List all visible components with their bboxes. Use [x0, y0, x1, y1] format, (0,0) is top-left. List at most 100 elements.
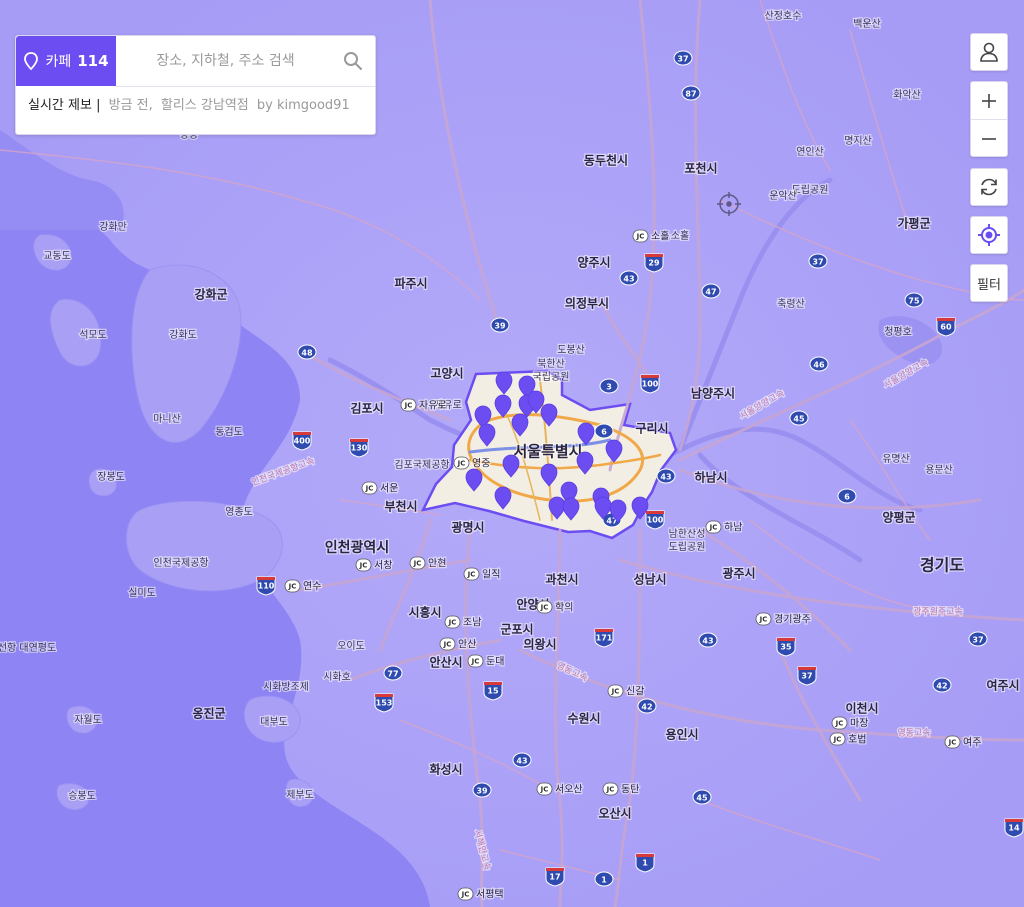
my-location-button[interactable] [970, 216, 1008, 254]
svg-text:1: 1 [601, 876, 607, 885]
zoom-out-button[interactable] [971, 120, 1007, 157]
svg-text:일직: 일직 [482, 569, 500, 581]
live-report-time: 방금 전, [108, 98, 153, 113]
map-canvas[interactable]: 서울특별시인천광역시경기도 파주시 양주시의정부시고양시김포시 강화군 동두천시포천시가… [0, 0, 1024, 907]
place-label: 김포국제공항 [394, 459, 449, 471]
svg-text:JC: JC [448, 619, 457, 627]
svg-text:3: 3 [606, 383, 612, 392]
svg-text:37: 37 [812, 258, 823, 267]
svg-text:JC: JC [461, 891, 470, 899]
city-label: 고양시 [430, 366, 463, 381]
live-report-place: 할리스 강남역점 [160, 98, 249, 113]
city-label: 옹진군 [192, 706, 225, 721]
zoom-in-button[interactable] [971, 82, 1007, 120]
place-label: 청평호 [884, 326, 912, 338]
svg-text:JC: JC [636, 233, 645, 241]
svg-text:17: 17 [549, 873, 560, 882]
svg-text:JC: JC [365, 485, 374, 493]
city-label: 남양주시 [691, 386, 735, 401]
search-icon[interactable] [341, 49, 365, 73]
svg-text:조남: 조남 [463, 617, 481, 629]
svg-text:48: 48 [301, 349, 313, 358]
route-shield: 1 [594, 871, 614, 887]
route-shield: 48 [297, 344, 317, 360]
city-label: 동두천시 [584, 153, 628, 168]
route-shield: 47 [701, 283, 721, 299]
route-shield: 42 [637, 698, 657, 714]
route-shield: 43 [698, 632, 718, 648]
city-label: 의왕시 [523, 637, 556, 652]
city-label: 군포시 [500, 623, 533, 637]
route-shield: 400 [292, 431, 312, 451]
svg-text:JC: JC [457, 460, 466, 468]
svg-text:100: 100 [642, 380, 659, 389]
city-label: 경기도 [920, 556, 964, 575]
junction-label: JC 서평택 [457, 887, 505, 902]
svg-text:JC: JC [835, 720, 844, 728]
route-shield: 43 [619, 270, 639, 286]
place-label: 연인산 [796, 146, 824, 158]
svg-text:43: 43 [660, 473, 671, 482]
city-label: 이천시 [845, 701, 878, 716]
city-label: 김포시 [350, 401, 383, 416]
route-shield: 14 [1004, 818, 1024, 838]
city-label: 광주시 [722, 566, 755, 581]
svg-text:서창: 서창 [374, 560, 392, 572]
svg-text:서운: 서운 [380, 483, 398, 495]
city-label: 인천광역시 [325, 539, 389, 556]
svg-text:JC: JC [288, 583, 297, 591]
route-shield: 77 [383, 665, 403, 681]
junction-label: JC 둔대 [467, 654, 506, 669]
svg-text:연수: 연수 [303, 581, 321, 593]
city-label: 양평군 [882, 510, 915, 525]
route-shield: 45 [789, 410, 809, 426]
place-label: 대부도 [260, 716, 288, 728]
place-label: 북한산 [537, 358, 565, 370]
svg-text:39: 39 [494, 322, 506, 331]
road-label: 영동고속 [897, 728, 930, 739]
place-label: 명지산 [844, 135, 872, 147]
zoom-controls [970, 81, 1008, 157]
svg-text:자유로: 자유로 [419, 400, 447, 412]
route-shield: 1 [635, 853, 655, 873]
place-label: 용문산 [925, 464, 953, 476]
place-label: 승봉도 [68, 790, 96, 802]
cafe-label: 카페 [45, 54, 72, 70]
svg-text:43: 43 [623, 275, 634, 284]
svg-text:JC: JC [471, 658, 480, 666]
search-panel: 카페 114 실시간 제보 | 방금 전, 할리스 강남역점 by kimgoo… [15, 35, 376, 135]
junction-label: JC 서오산 [536, 782, 584, 797]
route-shield: 37 [968, 631, 988, 647]
route-shield: 100 [645, 510, 665, 530]
svg-text:하남: 하남 [724, 521, 742, 534]
city-label: 서울특별시 [513, 443, 582, 461]
search-field [116, 36, 375, 87]
city-label: 광명시 [451, 520, 484, 535]
junction-label: JC 서창 [355, 558, 394, 573]
live-report-author: by kimgood91 [256, 98, 350, 113]
place-label: 마니산 [153, 413, 181, 425]
svg-text:45: 45 [793, 415, 805, 424]
city-label: 강화군 [194, 287, 227, 302]
search-input[interactable] [116, 36, 335, 86]
cafe-count-badge[interactable]: 카페 114 [16, 36, 116, 86]
junction-label: JC 서운 [361, 481, 400, 496]
svg-text:영중: 영중 [472, 458, 490, 470]
place-label: 유명산 [882, 453, 910, 465]
junction-label: JC 여주 [944, 735, 983, 750]
profile-button[interactable] [970, 33, 1008, 71]
route-shield: 100 [640, 374, 660, 394]
place-label: 산정호수 [765, 10, 802, 22]
city-label: 과천시 [545, 572, 578, 587]
refresh-button[interactable] [970, 168, 1008, 206]
svg-text:35: 35 [780, 643, 792, 652]
svg-text:42: 42 [641, 703, 652, 712]
place-label: 장봉도 [97, 471, 125, 483]
junction-label: JC 경기광주 [755, 611, 812, 627]
filter-button[interactable]: 필터 [970, 264, 1008, 302]
place-label: 도립공원 [792, 183, 829, 196]
place-label: 화악산 [893, 89, 921, 101]
route-shield: 39 [490, 317, 510, 333]
route-shield: 75 [904, 292, 924, 308]
live-report-ticker[interactable]: 실시간 제보 | 방금 전, 할리스 강남역점 by kimgood91 [28, 94, 354, 113]
